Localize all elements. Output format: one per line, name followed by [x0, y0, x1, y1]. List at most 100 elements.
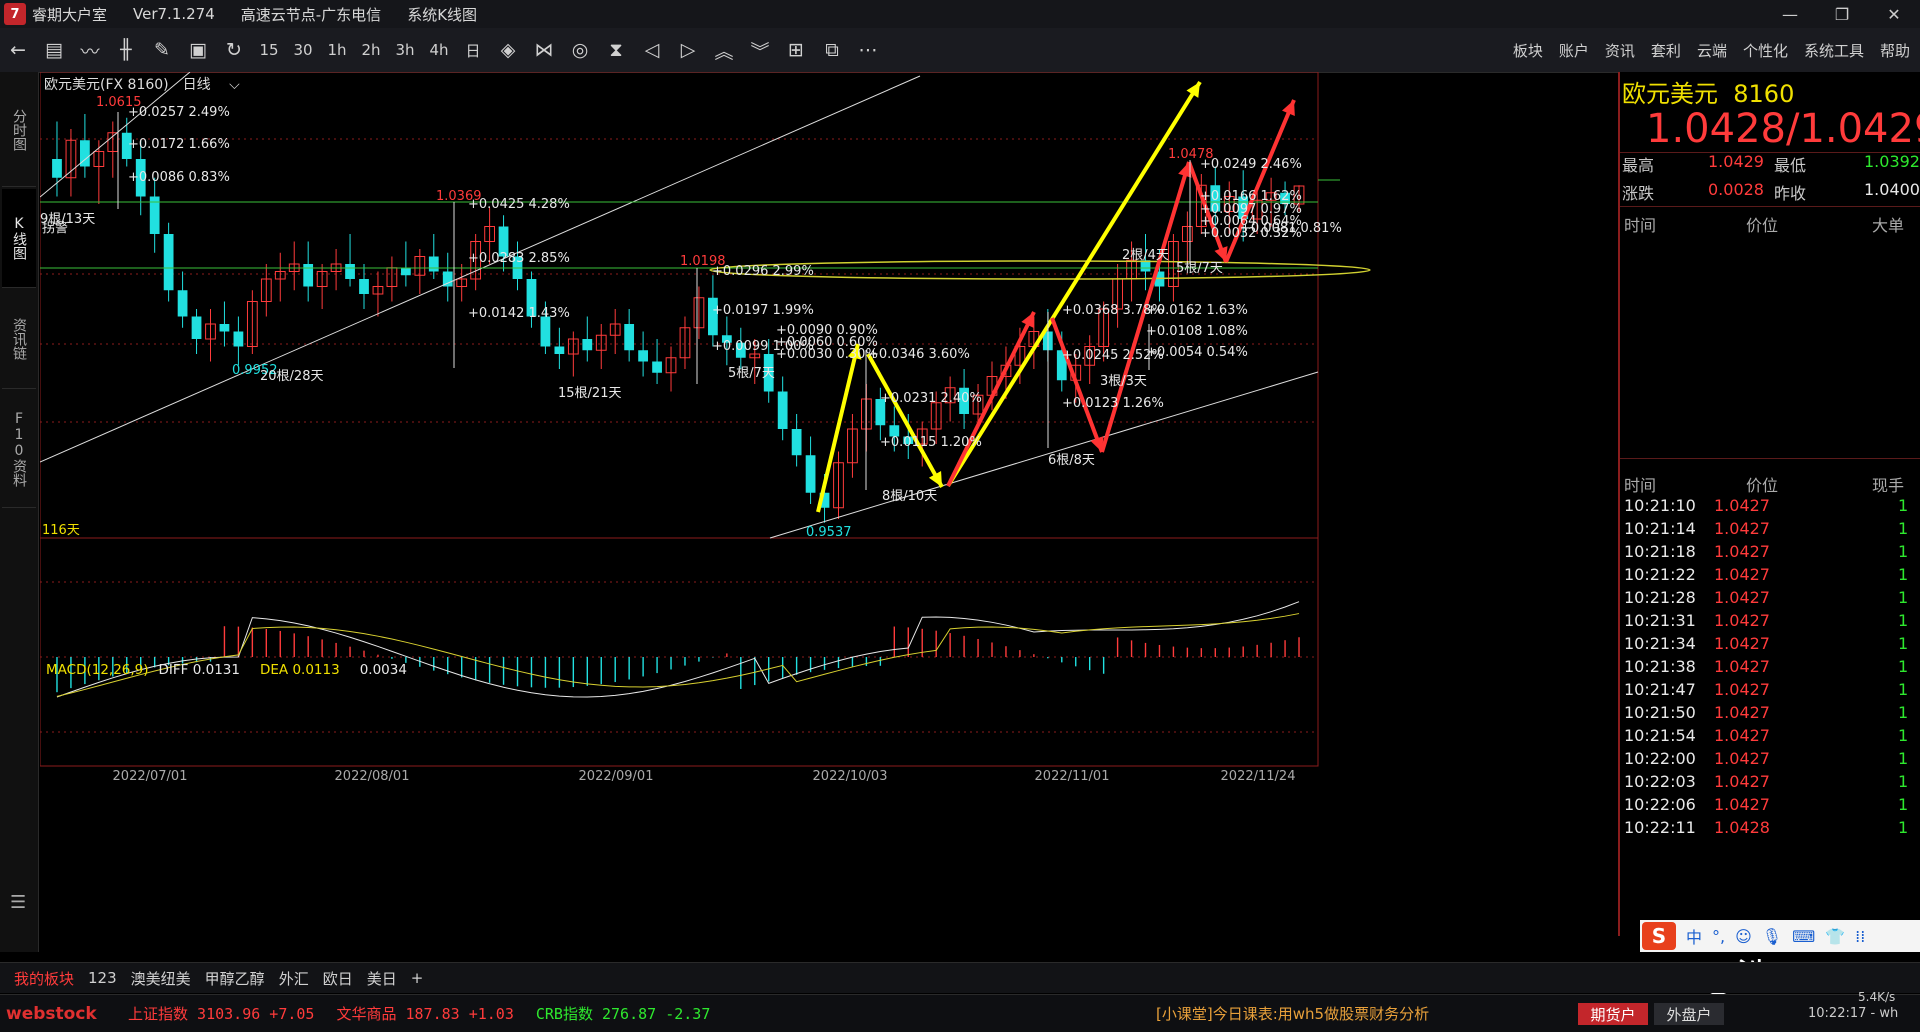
- menu-account[interactable]: 账户: [1559, 40, 1589, 61]
- zoom-out-icon[interactable]: ⋈: [531, 35, 557, 65]
- menu-system-tools[interactable]: 系统工具: [1804, 40, 1864, 61]
- foreign-account-button[interactable]: 外盘户: [1654, 1003, 1724, 1025]
- mic-icon[interactable]: 🎙: [1762, 927, 1782, 946]
- candle-body: [303, 264, 314, 287]
- period-30[interactable]: 30: [290, 35, 316, 65]
- tick-header: 时间 价位 现手: [1624, 476, 1905, 495]
- menu-arbitrage[interactable]: 套利: [1651, 40, 1681, 61]
- drawing-icon[interactable]: ✎: [149, 35, 175, 65]
- tick-price: 1.0427: [1714, 611, 1770, 630]
- prev-icon[interactable]: ◁: [639, 35, 665, 65]
- menu-icon[interactable]: ☰: [10, 892, 26, 913]
- down-icon[interactable]: ︾: [747, 35, 773, 65]
- period-3h[interactable]: 3h: [392, 35, 418, 65]
- fib-annotation: +0.0115 1.20%: [880, 435, 982, 450]
- menu-help[interactable]: 帮助: [1880, 40, 1910, 61]
- shirt-icon[interactable]: 👕: [1825, 927, 1845, 946]
- tab-123[interactable]: 123: [88, 969, 117, 987]
- tick-price: 1.0427: [1714, 519, 1770, 538]
- minimize-icon[interactable]: —: [1764, 0, 1816, 28]
- refresh-icon[interactable]: ↻: [221, 35, 247, 65]
- more-icon[interactable]: ⋯: [855, 35, 881, 65]
- index-crb[interactable]: CRB指数 276.87 -2.37: [536, 1003, 711, 1024]
- candle-body: [191, 316, 202, 339]
- tick-price: 1.0427: [1714, 588, 1770, 607]
- maximize-icon[interactable]: ❐: [1816, 0, 1868, 28]
- index-wenhua[interactable]: 文华商品 187.83 +1.03: [336, 1003, 513, 1024]
- notice-text[interactable]: [小课堂]今日课表:用wh5做股票财务分析: [1156, 1003, 1429, 1024]
- tab-f10[interactable]: F10资料: [2, 391, 36, 508]
- bar-chart-icon[interactable]: ╫: [113, 35, 139, 65]
- line-chart-icon[interactable]: 〰: [77, 35, 103, 65]
- back-arrow-icon[interactable]: ←: [5, 35, 31, 65]
- days-label: 116天: [42, 523, 80, 538]
- period-day[interactable]: 日: [460, 35, 486, 65]
- window-icon[interactable]: ⧉: [819, 35, 845, 65]
- menu-news[interactable]: 资讯: [1605, 40, 1635, 61]
- zoom-in-icon[interactable]: ◈: [495, 35, 521, 65]
- candle-body: [791, 429, 802, 456]
- list-icon[interactable]: ▤: [41, 35, 67, 65]
- close-icon[interactable]: ✕: [1868, 0, 1920, 28]
- candle-body: [582, 339, 593, 351]
- ime-punct[interactable]: °,: [1712, 927, 1725, 946]
- block-trade-header: 时间 价位 大单: [1624, 216, 1905, 235]
- layer-icon[interactable]: ◎: [567, 35, 593, 65]
- menu-personalize[interactable]: 个性化: [1743, 40, 1788, 61]
- tick-price: 1.0427: [1714, 703, 1770, 722]
- add-tab-button[interactable]: +: [411, 969, 424, 987]
- futures-account-button[interactable]: 期货户: [1578, 1003, 1648, 1025]
- candle-body: [359, 279, 369, 294]
- period-select[interactable]: 日线 ⌵: [183, 74, 240, 94]
- save-icon[interactable]: ▣: [185, 35, 211, 65]
- tab-intraday[interactable]: 分时图: [2, 74, 36, 187]
- app-name: 睿期大户室: [32, 5, 108, 24]
- period-15[interactable]: 15: [256, 35, 282, 65]
- x-axis-date: 2022/07/01: [113, 769, 188, 784]
- server-node[interactable]: 高速云节点-广东电信: [241, 4, 381, 25]
- symbol-label[interactable]: 欧元美元(FX 8160): [44, 74, 169, 94]
- fib-annotation: +0.0425 4.28%: [468, 197, 570, 212]
- emoji-icon[interactable]: ☺: [1735, 927, 1752, 946]
- period-1h[interactable]: 1h: [324, 35, 350, 65]
- up-icon[interactable]: ︽: [711, 35, 737, 65]
- quote-title: 欧元美元 8160: [1622, 80, 1795, 108]
- menu-cloud[interactable]: 云端: [1697, 40, 1727, 61]
- kline-chart[interactable]: 1.06151.03691.01980.99520.95371.0478+0.0…: [40, 72, 1618, 936]
- tick-price: 1.0427: [1714, 496, 1770, 515]
- tick-volume: 1: [1898, 749, 1909, 768]
- index-shanghai[interactable]: 上证指数 3103.96 +7.05: [128, 1003, 314, 1024]
- menu-sector[interactable]: 板块: [1513, 40, 1543, 61]
- tab-my-sector[interactable]: 我的板块: [14, 968, 74, 989]
- fib-annotation: +0.0231 2.40%: [880, 391, 982, 406]
- tab-eur-jpy[interactable]: 欧日: [323, 968, 353, 989]
- hourglass-icon[interactable]: ⧗: [603, 35, 629, 65]
- fib-annotation: +0.0296 2.99%: [712, 264, 814, 279]
- tick-row: 10:22:11 1.0428 1: [1620, 818, 1920, 846]
- next-icon[interactable]: ▷: [675, 35, 701, 65]
- x-axis-date: 2022/09/01: [579, 769, 654, 784]
- tick-time: 10:21:10: [1624, 496, 1696, 515]
- sogou-icon[interactable]: S: [1642, 922, 1676, 950]
- tab-kline[interactable]: K线图: [2, 189, 36, 288]
- keyboard-icon[interactable]: ⌨: [1792, 927, 1815, 946]
- tab-forex[interactable]: 外汇: [279, 968, 309, 989]
- tab-usd-jpy[interactable]: 美日: [367, 968, 397, 989]
- tab-news-chain[interactable]: 资讯链: [2, 290, 36, 389]
- left-sidebar: 分时图 K线图 资讯链 F10资料 ☰: [0, 72, 39, 952]
- tab-methanol[interactable]: 甲醇乙醇: [205, 968, 265, 989]
- tab-aud-nzd[interactable]: 澳美纽美: [131, 968, 191, 989]
- tick-price: 1.0427: [1714, 726, 1770, 745]
- bid-ask-price: 1.0428/1.0429: [1646, 106, 1920, 152]
- grid-icon[interactable]: ⊞: [783, 35, 809, 65]
- tick-price: 1.0428: [1714, 818, 1770, 837]
- fib-annotation: 8根/10天: [882, 489, 937, 504]
- grid-apps-icon[interactable]: ⁞⁞: [1855, 927, 1865, 946]
- tick-time: 10:21:14: [1624, 519, 1696, 538]
- fib-annotation: 6根/8天: [1048, 453, 1095, 468]
- period-2h[interactable]: 2h: [358, 35, 384, 65]
- period-4h[interactable]: 4h: [426, 35, 452, 65]
- app-version: Ver7.1.274: [133, 5, 215, 23]
- ime-lang[interactable]: 中: [1686, 924, 1702, 948]
- macd-label[interactable]: MACD(12,26,9): [46, 662, 149, 678]
